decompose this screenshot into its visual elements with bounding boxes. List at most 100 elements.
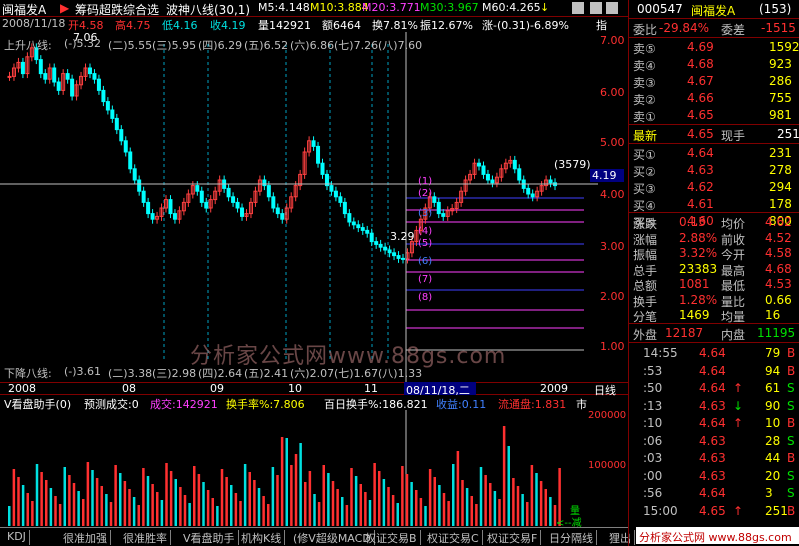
volume-bar <box>12 469 16 526</box>
candle-body <box>226 187 231 198</box>
index-label: 指 <box>596 19 607 32</box>
volume-y-tick: 100000 <box>588 460 627 471</box>
volume-bar <box>428 469 432 526</box>
indicator-tab[interactable]: 很准胜率 <box>120 530 171 545</box>
indicator-tab[interactable]: 机构K线 <box>238 530 286 545</box>
indicator-tab[interactable]: V看盘助手 <box>180 530 239 545</box>
volume-bar <box>502 426 506 526</box>
indicator-tab[interactable]: 权证交易C <box>424 530 483 545</box>
support-levels <box>406 197 584 351</box>
volume-bar <box>21 485 25 526</box>
candle-body <box>195 185 200 192</box>
candle-body <box>280 213 285 220</box>
candle-body <box>141 190 146 203</box>
candle-body <box>360 227 365 231</box>
volume-bar <box>179 487 182 526</box>
volume-bar <box>234 493 238 526</box>
indicator-tab[interactable]: 很准加强 <box>60 530 111 545</box>
volume-bar <box>40 472 43 526</box>
candle-body <box>52 67 57 83</box>
up-line-value: (-)5.32 <box>64 37 102 50</box>
buy-label: 买② <box>633 165 656 179</box>
tick-arrow-icon: ↑ <box>733 503 744 518</box>
stat-value: 23383 <box>679 261 718 276</box>
volume-bar <box>72 483 76 526</box>
volume-bar <box>137 505 140 526</box>
volume-bar <box>368 500 372 526</box>
volume-bar <box>373 463 376 526</box>
tick-price: 4.64 <box>699 381 726 395</box>
candle-body <box>347 213 352 223</box>
sell-row: 卖① 4.65 981 <box>629 107 799 124</box>
buy-volume: 231 <box>769 146 792 160</box>
candle-body <box>38 59 43 75</box>
indicator-tab[interactable]: KDJ <box>4 530 30 545</box>
candle-body <box>387 249 392 254</box>
volume-bar <box>341 497 344 526</box>
stock-name[interactable]: 闽福发A <box>2 1 46 18</box>
volume-bar <box>516 486 520 526</box>
indicator-tab[interactable]: 日分隔线 <box>546 530 597 545</box>
tick-volume: 28 <box>765 433 781 448</box>
tick-side: B <box>787 346 796 360</box>
tick-time: :06 <box>643 433 663 448</box>
volume-bar <box>447 501 450 526</box>
close-icon[interactable] <box>606 2 618 14</box>
indicator-tab[interactable]: 权证交易F <box>484 530 542 545</box>
down-line-value: (-)3.61 <box>64 365 102 378</box>
tick-time: :13 <box>643 398 663 413</box>
volume-bar <box>299 443 302 526</box>
volume-bar <box>211 498 214 526</box>
volume-chart[interactable] <box>0 410 598 526</box>
candle-body <box>7 75 12 78</box>
volume-bar <box>105 494 108 526</box>
volume-bar <box>396 503 399 526</box>
volume-bar <box>442 493 446 526</box>
amount-label: 额6464 <box>322 19 361 32</box>
ma20-label: M20:3.771 <box>362 1 421 14</box>
ma10-label: M10:3.884 <box>310 1 369 14</box>
candlestick-chart[interactable] <box>0 32 598 382</box>
indicator-tab[interactable]: 权证交易B <box>362 530 421 545</box>
volume-bar <box>331 481 335 526</box>
candle-body <box>342 201 347 215</box>
candle-body <box>548 179 553 184</box>
tick-side: S <box>787 486 795 500</box>
buy-price: 4.64 <box>687 146 714 160</box>
candle-body <box>266 185 271 198</box>
y-tick: 1.00 <box>600 340 625 353</box>
ma5-label: M5:4.148 <box>258 1 310 14</box>
candle-body <box>311 140 316 147</box>
candle-body <box>168 199 173 215</box>
sell-label: 卖⑤ <box>633 42 656 56</box>
candle-body <box>436 201 441 215</box>
volume-bar <box>68 475 71 526</box>
volume-bar <box>267 504 270 526</box>
wei-cha-label: 委差 <box>721 23 746 37</box>
volume-bar <box>156 492 159 526</box>
buy-row: 买④ 4.61 178 <box>629 196 799 213</box>
inner-value: 11195 <box>757 326 796 340</box>
date-tick: 2008 <box>8 382 36 395</box>
indicator-name[interactable]: 波神八线(30,1) <box>166 1 250 18</box>
stat-row: 换手 1.28% 量比 0.66 <box>629 292 799 309</box>
window-icon[interactable] <box>572 2 584 14</box>
volume-bar <box>484 475 487 526</box>
sell-price: 4.65 <box>687 108 714 122</box>
volume-bar <box>378 471 381 526</box>
restore-icon[interactable] <box>590 2 602 14</box>
tick-arrow-icon: ↑ <box>733 381 744 395</box>
y-tick: 7.00 <box>600 34 625 47</box>
formula-selector[interactable]: 筹码超跌综合选 <box>75 1 159 18</box>
sell-label: 卖④ <box>633 59 656 73</box>
candle-body <box>271 196 276 209</box>
volume-bar <box>512 478 515 526</box>
candle-body <box>329 185 334 192</box>
outer-label: 外盘 <box>633 328 658 342</box>
tick-time: 15:00 <box>643 503 678 518</box>
sell-price: 4.69 <box>687 40 714 54</box>
tick-arrow-icon: ↓ <box>733 398 744 413</box>
outer-inner-row: 外盘 12187 内盘 11195 <box>629 325 799 342</box>
volume-bar <box>290 465 293 526</box>
tick-side: S <box>787 381 795 395</box>
